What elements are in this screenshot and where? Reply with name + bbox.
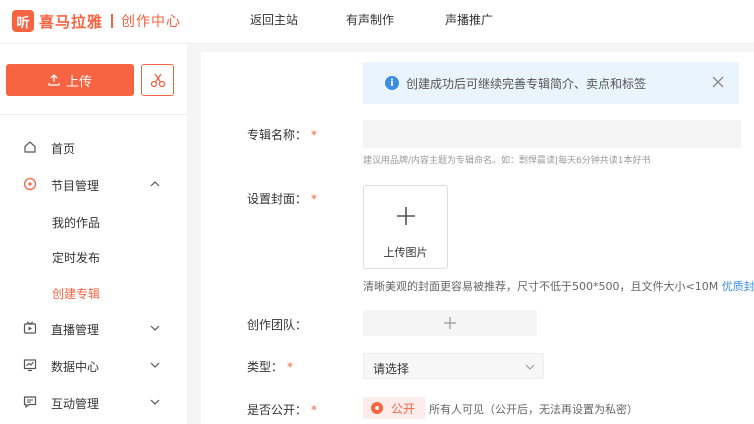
album-name-hint: 建议用品牌/内容主题为专辑命名。如：剽悍晨读|每天6分钟共读1本好书: [363, 156, 651, 166]
upload-button[interactable]: 上传: [6, 64, 134, 96]
type-label: 类型： *: [247, 360, 294, 374]
sidebar-divider: [0, 114, 187, 115]
info-icon: i: [385, 76, 399, 90]
upload-button-label: 上传: [65, 74, 92, 90]
chevron-down-icon: [150, 362, 160, 368]
add-team-member-button[interactable]: [363, 310, 537, 336]
logo-mark: 听: [12, 10, 34, 32]
plus-icon: [444, 317, 456, 329]
nav-audio-production[interactable]: 有声制作: [346, 0, 394, 40]
sidebar-item-home[interactable]: 首页: [0, 132, 187, 162]
album-name-label: 专辑名称： *: [247, 128, 318, 142]
required-mark: *: [311, 403, 318, 417]
team-label: 创作团队：: [247, 318, 308, 332]
required-mark: *: [287, 360, 294, 374]
required-mark: *: [311, 192, 318, 206]
create-album-form: i 创建成功后可继续完善专辑简介、卖点和标签 专辑名称： * 建议用品牌/内容主题…: [201, 52, 754, 424]
quality-cover-link[interactable]: 优质封: [722, 280, 754, 293]
nav-promotion[interactable]: 声播推广: [445, 0, 493, 40]
chart-icon: [23, 359, 37, 372]
public-radio-label: 公开: [391, 401, 416, 416]
cover-label: 设置封面： *: [247, 192, 318, 206]
chat-icon: [23, 396, 37, 409]
logo-divider: [111, 14, 114, 28]
home-icon: [24, 141, 36, 153]
type-select-value: 请选择: [373, 362, 410, 376]
logo-subtitle: 创作中心: [121, 14, 182, 30]
chevron-down-icon: [150, 325, 160, 331]
cover-upload-box[interactable]: 上传图片: [363, 185, 448, 269]
scissors-icon: [150, 73, 165, 88]
sidebar-item-program-management[interactable]: 节目管理: [0, 169, 187, 199]
edit-audio-button[interactable]: [141, 64, 174, 96]
sidebar-item-label: 直播管理: [51, 323, 100, 337]
notice-text: 创建成功后可继续完善专辑简介、卖点和标签: [406, 76, 647, 91]
cover-hint: 清晰美观的封面更容易被推荐，尺寸不低于500*500，且文件大小<10M 优质封: [363, 280, 754, 293]
radio-selected-icon: [371, 402, 383, 414]
sidebar-item-interaction-management[interactable]: 互动管理: [0, 387, 187, 417]
sidebar-subitem-scheduled-publish[interactable]: 定时发布: [52, 249, 100, 266]
sidebar-item-label: 首页: [51, 142, 76, 156]
cover-upload-label: 上传图片: [383, 246, 428, 259]
sidebar: 上传 首页 节目管理 我的作品 定时发布 创建专辑 直播管理 数据中心 互动管理: [0, 44, 187, 424]
sidebar-subitem-create-album[interactable]: 创建专辑: [52, 285, 100, 302]
upload-icon: [48, 74, 60, 86]
close-icon[interactable]: [711, 75, 725, 89]
album-name-input[interactable]: [363, 120, 741, 148]
sidebar-subitem-my-works[interactable]: 我的作品: [52, 214, 100, 231]
info-notice: i 创建成功后可继续完善专辑简介、卖点和标签: [363, 62, 739, 104]
top-header: 听 喜马拉雅 创作中心 返回主站 有声制作 声播推广: [0, 0, 754, 44]
sidebar-item-live-management[interactable]: 直播管理: [0, 313, 187, 343]
type-select[interactable]: 请选择: [363, 353, 544, 379]
logo[interactable]: 听 喜马拉雅 创作中心: [12, 10, 181, 32]
sidebar-item-label: 数据中心: [51, 360, 100, 374]
nav-back-to-main-site[interactable]: 返回主站: [250, 0, 298, 40]
plus-icon: [397, 207, 415, 225]
logo-text: 喜马拉雅: [39, 12, 104, 31]
chevron-down-icon: [525, 364, 535, 370]
chevron-down-icon: [150, 399, 160, 405]
sidebar-item-label: 互动管理: [51, 397, 100, 411]
live-icon: [23, 321, 37, 334]
public-radio[interactable]: 公开: [363, 397, 425, 419]
required-mark: *: [311, 128, 318, 142]
sidebar-item-data-center[interactable]: 数据中心: [0, 350, 187, 380]
program-icon: [23, 177, 37, 191]
public-label: 是否公开： *: [247, 403, 318, 417]
chevron-up-icon: [150, 181, 160, 187]
public-description: 所有人可见（公开后，无法再设置为私密）: [429, 403, 638, 416]
sidebar-item-label: 节目管理: [51, 179, 100, 193]
